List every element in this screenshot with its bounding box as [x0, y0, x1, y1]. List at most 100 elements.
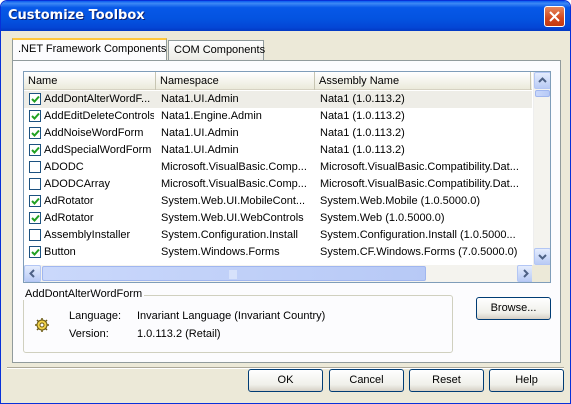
component-namespace: Nata1.UI.Admin	[161, 93, 239, 105]
component-namespace: Nata1.UI.Admin	[161, 144, 239, 156]
horizontal-scrollbar[interactable]	[24, 265, 534, 282]
list-header: Name Namespace Assembly Name	[24, 72, 532, 90]
title-bar[interactable]: Customize Toolbox	[1, 1, 570, 31]
list-item[interactable]: AdRotator System.Web.UI.MobileCont... Syst…	[24, 193, 532, 210]
vertical-scrollbar[interactable]	[533, 72, 550, 265]
component-gear-icon	[35, 318, 49, 332]
component-name: AddEditDeleteControls	[44, 110, 154, 122]
component-name: ADODCArray	[44, 178, 111, 190]
column-header-assembly-name[interactable]: Assembly Name	[315, 72, 531, 90]
component-checkbox[interactable]	[29, 229, 41, 241]
component-name: AdRotator	[44, 212, 94, 224]
close-icon	[549, 11, 560, 22]
browse-button[interactable]: Browse...	[476, 297, 551, 320]
selected-component-name: AddDontAlterWordForm	[23, 288, 145, 300]
component-info-group	[23, 295, 453, 353]
component-name: AddNoiseWordForm	[44, 127, 144, 139]
tab-net-framework-components[interactable]: .NET Framework Components	[12, 38, 167, 60]
ok-button[interactable]: OK	[248, 369, 323, 392]
component-name: ADODC	[44, 161, 84, 173]
customize-toolbox-window: Customize Toolbox .NET Framework Compone…	[0, 0, 571, 404]
component-assembly: System.Configuration.Install (1.0.5000..…	[320, 229, 516, 241]
list-item[interactable]: ADODC Microsoft.VisualBasic.Comp... Micros…	[24, 159, 532, 176]
tab-label: COM Components	[174, 44, 266, 56]
help-button[interactable]: Help	[489, 369, 564, 392]
components-list[interactable]: Name Namespace Assembly Name AddDontAlte…	[23, 71, 551, 283]
column-header-namespace[interactable]: Namespace	[156, 72, 315, 90]
ok-button-label: OK	[277, 374, 294, 386]
help-button-label: Help	[515, 374, 538, 386]
list-item[interactable]: Button System.Windows.Forms System.CF.Wind…	[24, 244, 532, 261]
list-rows: AddDontAlterWordF... Nata1.UI.Admin Nata1 …	[24, 91, 532, 263]
component-namespace: System.Web.UI.MobileCont...	[161, 195, 306, 207]
chevron-up-icon	[538, 77, 547, 83]
list-item[interactable]: AdRotator System.Web.UI.WebControls System…	[24, 210, 532, 227]
list-item[interactable]: ADODCArray Microsoft.VisualBasic.Comp... M…	[24, 176, 532, 193]
list-item[interactable]: AddDontAlterWordF... Nata1.UI.Admin Nata1 …	[24, 91, 532, 108]
component-name: AdRotator	[44, 195, 94, 207]
list-item[interactable]: AddSpecialWordForm Nata1.UI.Admin Nata1 (1…	[24, 142, 532, 159]
component-assembly: Microsoft.VisualBasic.Compatibility.Dat.…	[320, 161, 519, 173]
scroll-left-button[interactable]	[24, 265, 41, 282]
component-namespace: Nata1.Engine.Admin	[161, 110, 262, 122]
component-checkbox[interactable]	[29, 93, 41, 105]
component-namespace: System.Windows.Forms	[161, 246, 280, 258]
reset-button-label: Reset	[432, 374, 461, 386]
list-item[interactable]: AssemblyInstaller System.Configuration.In…	[24, 227, 532, 244]
window-title: Customize Toolbox	[8, 8, 145, 23]
component-name: AddDontAlterWordF...	[44, 93, 151, 105]
list-item[interactable]: AddNoiseWordForm Nata1.UI.Admin Nata1 (1.0…	[24, 125, 532, 142]
chevron-down-icon	[538, 254, 547, 260]
component-checkbox[interactable]	[29, 178, 41, 190]
chevron-left-icon	[29, 269, 35, 278]
component-assembly: Nata1 (1.0.113.2)	[320, 127, 405, 139]
browse-button-label: Browse...	[490, 302, 537, 314]
component-assembly: Microsoft.VisualBasic.Compatibility.Dat.…	[320, 178, 519, 190]
version-label: Version:	[69, 328, 109, 340]
chevron-right-icon	[523, 269, 529, 278]
horizontal-scroll-thumb[interactable]	[42, 266, 426, 281]
component-checkbox[interactable]	[29, 127, 41, 139]
component-assembly: Nata1 (1.0.113.2)	[320, 110, 405, 122]
component-name: AssemblyInstaller	[44, 229, 131, 241]
component-checkbox[interactable]	[29, 212, 41, 224]
component-assembly: System.Web (1.0.5000.0)	[320, 212, 445, 224]
language-value: Invariant Language (Invariant Country)	[137, 310, 326, 322]
component-namespace: System.Web.UI.WebControls	[161, 212, 304, 224]
component-checkbox[interactable]	[29, 161, 41, 173]
component-checkbox[interactable]	[29, 144, 41, 156]
component-namespace: Nata1.UI.Admin	[161, 127, 239, 139]
scroll-up-button[interactable]	[534, 72, 550, 89]
tab-label: .NET Framework Components	[18, 43, 167, 55]
component-checkbox[interactable]	[29, 110, 41, 122]
component-name: Button	[44, 246, 76, 258]
component-namespace: Microsoft.VisualBasic.Comp...	[161, 178, 307, 190]
component-assembly: Nata1 (1.0.113.2)	[320, 144, 405, 156]
dialog-client: .NET Framework Components COM Components…	[4, 31, 567, 401]
component-checkbox[interactable]	[29, 246, 41, 258]
cancel-button-label: Cancel	[349, 374, 384, 386]
tab-panel: Name Namespace Assembly Name AddDontAlte…	[12, 60, 561, 363]
close-button[interactable]	[544, 6, 565, 27]
scroll-down-button[interactable]	[534, 248, 550, 265]
checkmark-icon	[31, 214, 40, 222]
component-assembly: System.CF.Windows.Forms (7.0.5000.0)	[320, 246, 518, 258]
checkmark-icon	[31, 112, 40, 120]
checkmark-icon	[31, 146, 40, 154]
grip-icon	[229, 270, 237, 279]
component-assembly: System.Web.Mobile (1.0.5000.0)	[320, 195, 480, 207]
list-item[interactable]: AddEditDeleteControls Nata1.Engine.Admin N…	[24, 108, 532, 125]
component-namespace: Microsoft.VisualBasic.Comp...	[161, 161, 307, 173]
reset-button[interactable]: Reset	[409, 369, 484, 392]
checkmark-icon	[31, 248, 40, 256]
component-checkbox[interactable]	[29, 195, 41, 207]
version-value: 1.0.113.2 (Retail)	[137, 328, 221, 340]
vertical-scroll-thumb[interactable]	[535, 90, 550, 97]
checkmark-icon	[31, 129, 40, 137]
checkmark-icon	[31, 95, 40, 103]
tab-com-components[interactable]: COM Components	[168, 40, 266, 60]
component-namespace: System.Configuration.Install	[161, 229, 298, 241]
column-header-name[interactable]: Name	[24, 72, 156, 90]
cancel-button[interactable]: Cancel	[329, 369, 404, 392]
language-label: Language:	[69, 310, 121, 322]
